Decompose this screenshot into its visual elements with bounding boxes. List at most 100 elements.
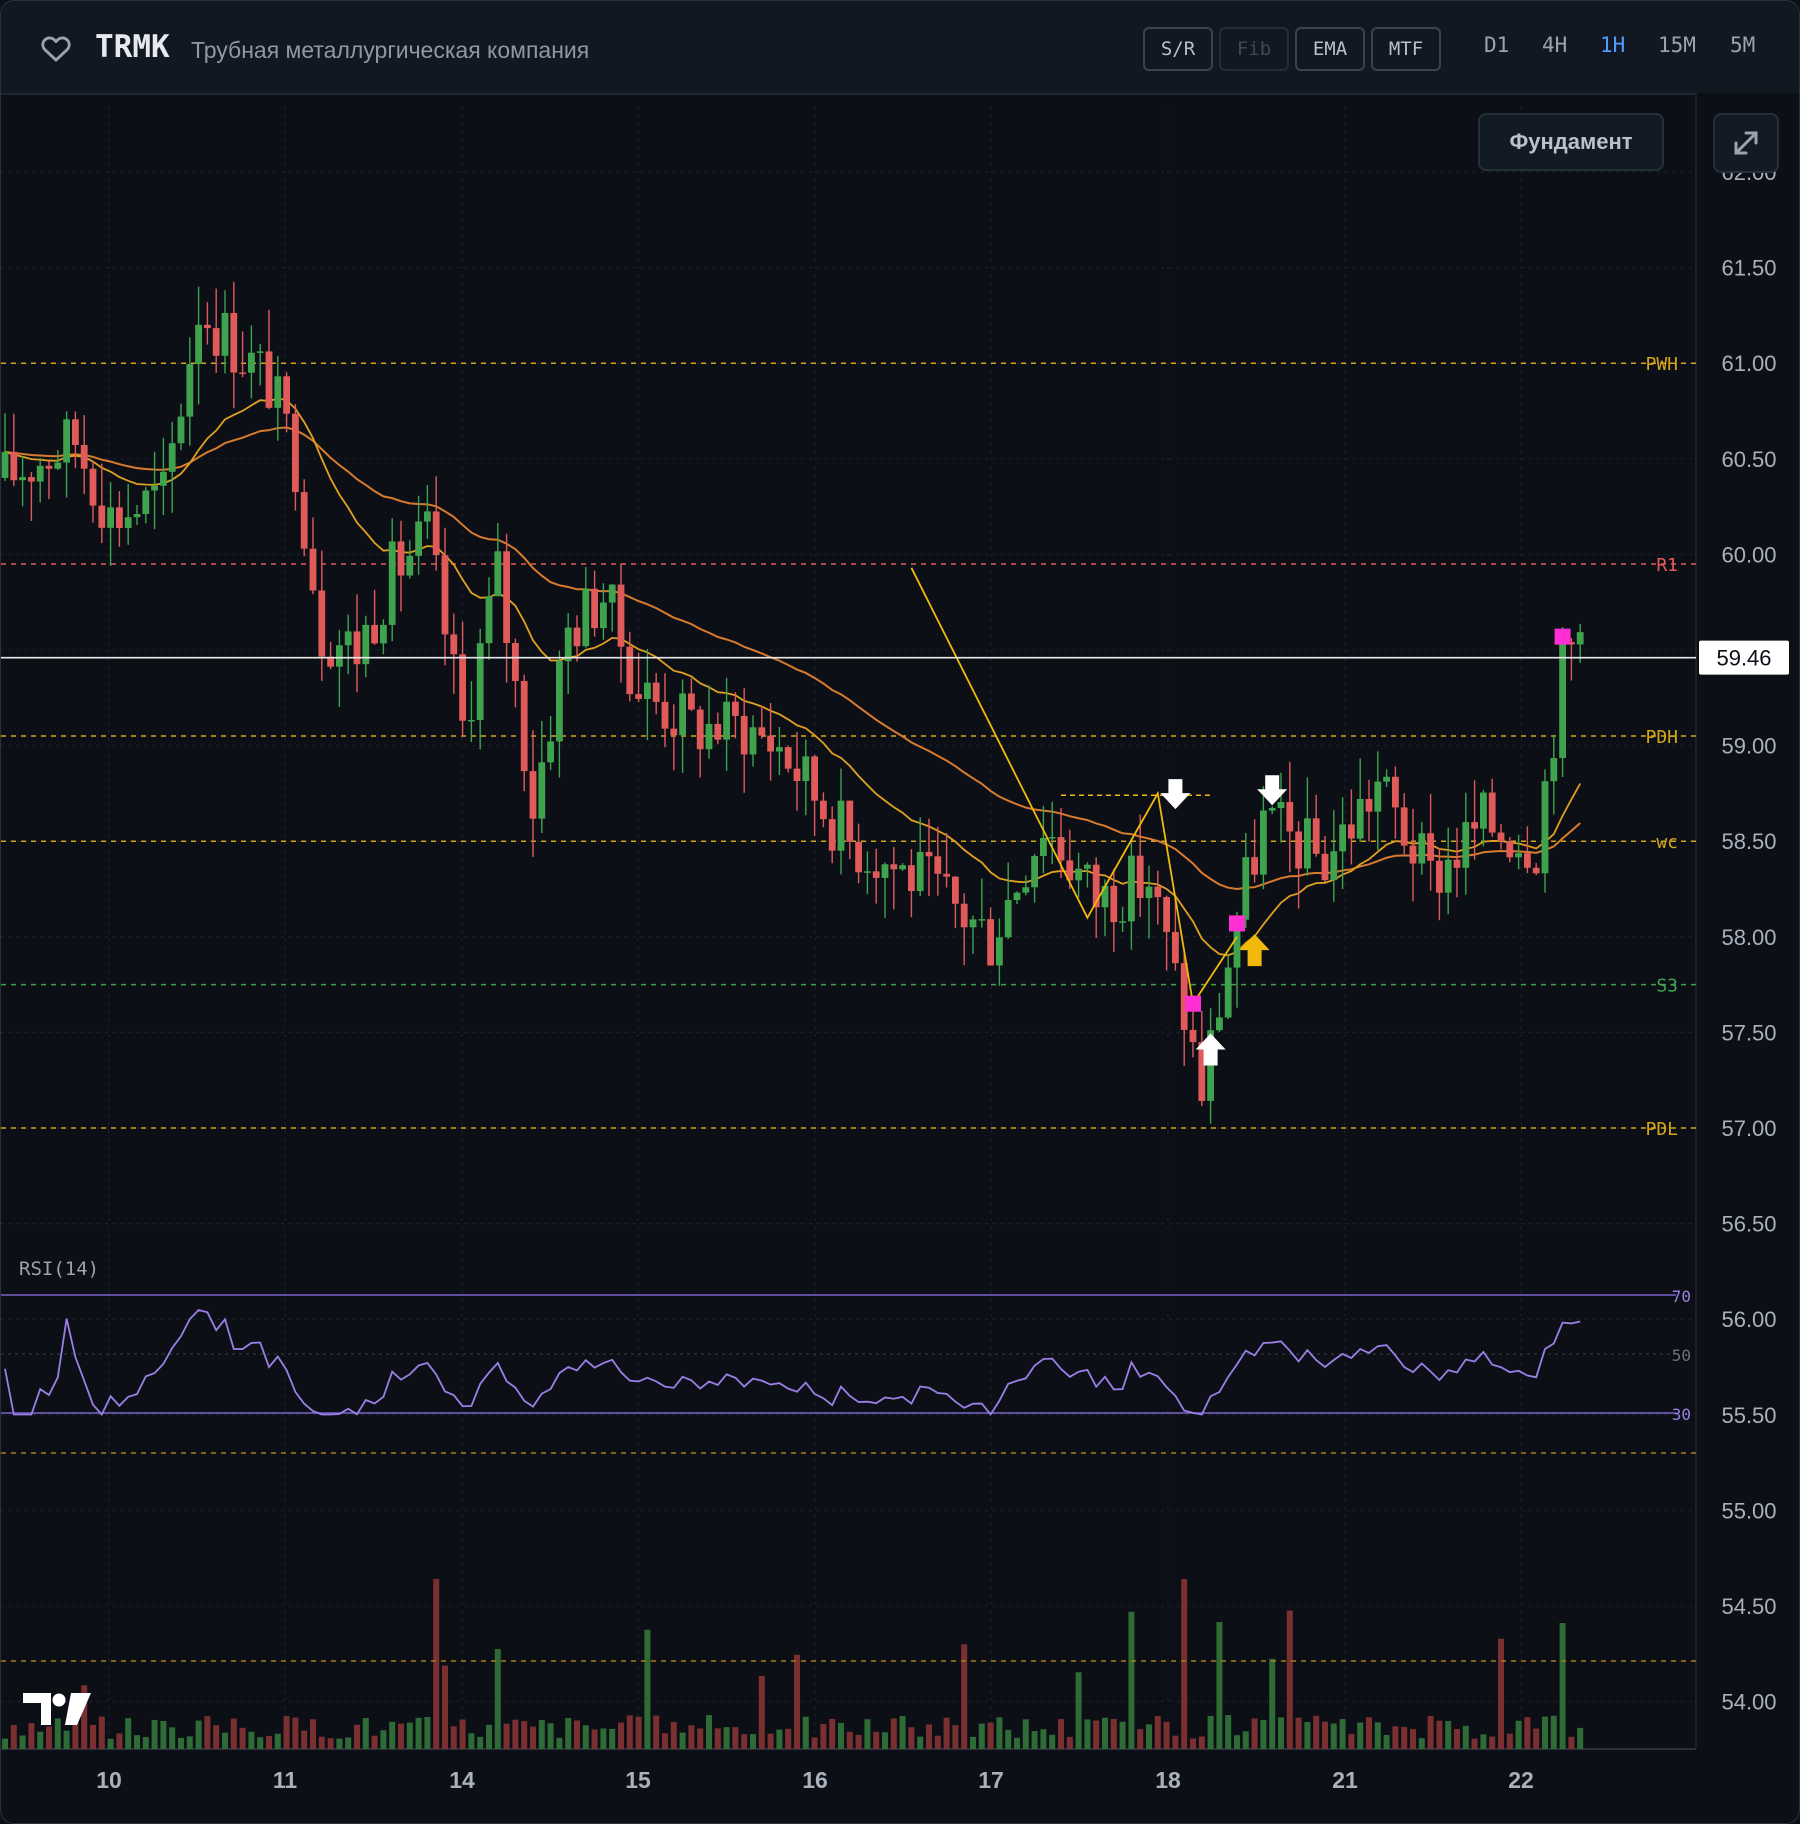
candle-body <box>195 324 202 365</box>
level-label: PDL <box>1645 1119 1678 1140</box>
candle-body <box>556 661 563 742</box>
candle-body <box>547 741 554 763</box>
volume-bar <box>1014 1737 1020 1749</box>
candle-body <box>432 511 440 556</box>
candle-body <box>1541 781 1549 874</box>
volume-bar <box>10 1724 17 1749</box>
current-price-label: 59.46 <box>1716 646 1771 671</box>
price-chart[interactable]: 62.0061.5061.0060.5060.0059.5059.0058.50… <box>1 1 1799 1823</box>
candle-body <box>1048 837 1056 839</box>
volume-bar <box>846 1731 853 1749</box>
expand-icon[interactable] <box>1713 113 1779 173</box>
y-tick-label: 58.50 <box>1721 829 1776 854</box>
volume-bar <box>970 1736 976 1749</box>
candle-body <box>1286 802 1294 832</box>
volume-bar <box>741 1734 748 1749</box>
candle-body <box>908 865 915 892</box>
candle-body <box>688 693 695 710</box>
candle-body <box>899 865 906 870</box>
volume-bar <box>222 1732 228 1749</box>
candle-body <box>1110 885 1118 923</box>
candle-body <box>124 517 132 529</box>
volume-bar <box>345 1737 352 1749</box>
candle-body <box>1004 900 1012 938</box>
x-tick-label: 21 <box>1332 1767 1358 1793</box>
candle-body <box>1427 833 1434 861</box>
fundament-button[interactable]: Фундамент <box>1478 113 1664 171</box>
candle-body <box>494 551 502 597</box>
volume-bar <box>1058 1719 1064 1749</box>
y-tick-label: 57.50 <box>1721 1020 1776 1045</box>
candle-body <box>19 477 26 481</box>
level-label: PDH <box>1645 727 1678 748</box>
x-tick-label: 15 <box>625 1767 651 1793</box>
volume-bar <box>494 1649 501 1749</box>
volume-bar <box>1278 1717 1284 1749</box>
volume-bar <box>1577 1727 1584 1749</box>
volume-bar <box>908 1727 915 1749</box>
candle-body <box>837 800 845 851</box>
candle-body <box>1532 867 1540 874</box>
candle-body <box>1365 798 1373 812</box>
candle-body <box>1462 822 1470 868</box>
candle-body <box>204 324 211 329</box>
volume-bar <box>618 1722 624 1749</box>
x-tick-label: 18 <box>1155 1767 1181 1793</box>
volume-bar <box>670 1722 677 1749</box>
candle-body <box>626 646 634 695</box>
candle-body <box>1348 824 1355 839</box>
candle-body <box>1031 856 1038 888</box>
candle-body <box>230 312 238 373</box>
volume-bar <box>697 1728 704 1749</box>
volume-bar <box>178 1737 184 1749</box>
candle-body <box>969 919 977 928</box>
candle-body <box>1488 792 1496 833</box>
candle-body <box>1128 855 1135 922</box>
candle-body <box>274 376 282 408</box>
candle-body <box>1136 855 1144 899</box>
volume-bar <box>1110 1718 1117 1749</box>
candle-body <box>476 643 484 720</box>
candle-body <box>1550 758 1558 782</box>
candle-body <box>890 864 898 870</box>
candle-body <box>1040 837 1047 857</box>
candle-body <box>1172 931 1179 964</box>
candle-body <box>283 376 290 414</box>
volume-bar <box>380 1730 387 1749</box>
tradingview-logo-icon <box>23 1693 91 1725</box>
ema-fast-line <box>4 397 1581 957</box>
volume-bar <box>1304 1722 1311 1749</box>
candle-body <box>1339 824 1346 852</box>
y-tick-label: 57.00 <box>1721 1116 1776 1141</box>
candle-body <box>1119 921 1126 923</box>
candle-body <box>1224 967 1232 1018</box>
candle-body <box>63 419 70 463</box>
volume-bar <box>195 1720 202 1749</box>
volume-bar <box>917 1736 924 1749</box>
volume-bar <box>1234 1735 1240 1749</box>
candle-body <box>1444 859 1452 893</box>
candle-body <box>855 841 862 873</box>
candle-body <box>872 871 880 878</box>
signal-square-marker <box>1229 915 1245 932</box>
volume-bar <box>1524 1717 1531 1749</box>
candle-body <box>371 624 378 644</box>
candle-body <box>1330 851 1338 881</box>
candle-body <box>10 451 18 481</box>
volume-bar <box>591 1729 598 1749</box>
candle-body <box>520 680 528 772</box>
volume-bar <box>926 1724 932 1749</box>
rsi-label: RSI(14) <box>19 1258 99 1280</box>
candle-body <box>1242 857 1250 920</box>
volume-bar <box>1542 1716 1548 1749</box>
candle-body <box>740 715 748 755</box>
candle-body <box>1453 859 1461 868</box>
candle-body <box>28 477 35 482</box>
volume-bar <box>160 1720 167 1749</box>
candle-body <box>1277 802 1285 809</box>
y-tick-label: 54.00 <box>1721 1690 1776 1715</box>
volume-bar <box>46 1726 52 1749</box>
candle-body <box>265 351 273 408</box>
volume-bar <box>609 1728 616 1749</box>
volume-bar <box>943 1717 950 1749</box>
